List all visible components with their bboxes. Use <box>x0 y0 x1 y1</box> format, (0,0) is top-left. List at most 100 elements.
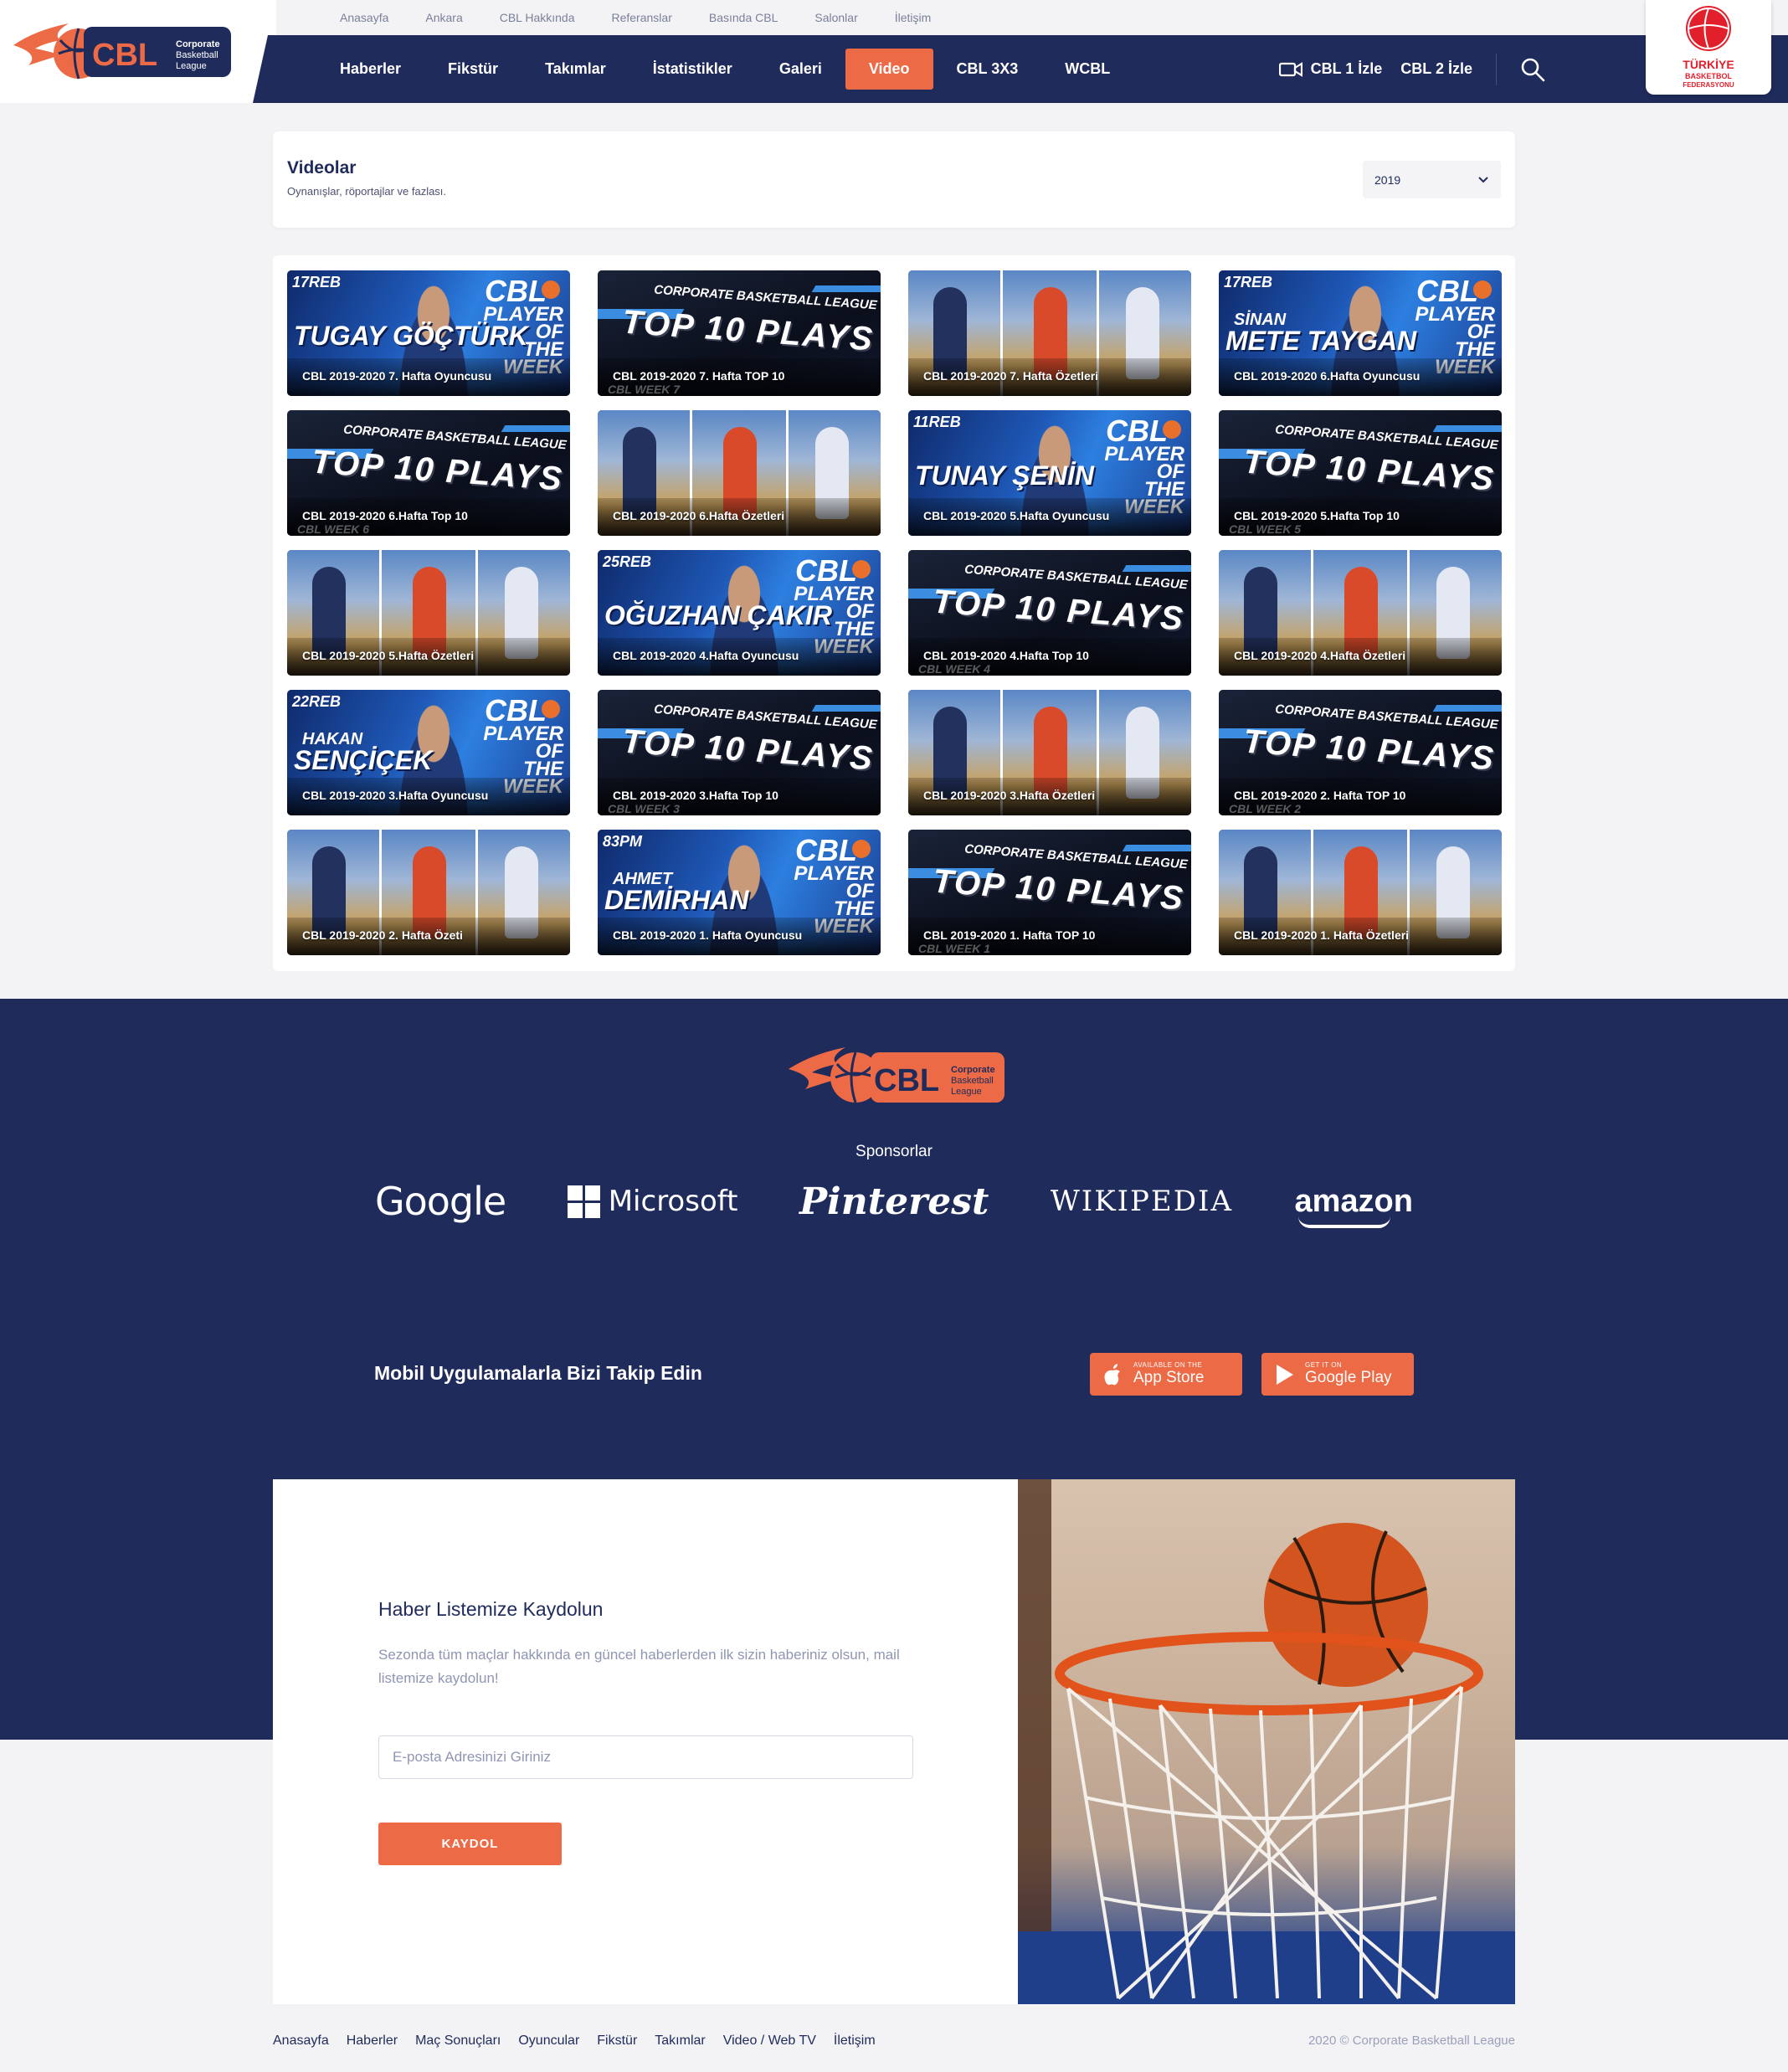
top-link-ankara[interactable]: Ankara <box>425 11 462 24</box>
google-play-button[interactable]: GET IT ON Google Play <box>1261 1353 1414 1396</box>
top-link-salonlar[interactable]: Salonlar <box>814 11 857 24</box>
nav-galeri[interactable]: Galeri <box>756 49 845 90</box>
video-card[interactable]: 83PMCBLPLAYEROFTHEWEEKAHMETDEMİRHANCBL 2… <box>598 830 881 955</box>
nav-haberler[interactable]: Haberler <box>340 49 424 90</box>
footer-logo-sub-1: Corporate <box>951 1065 995 1075</box>
footer-link-takimlar[interactable]: Takımlar <box>655 2033 705 2049</box>
thumb-stripe <box>1122 565 1191 572</box>
nav-wcbl[interactable]: WCBL <box>1041 49 1133 90</box>
video-card[interactable]: CBL 2019-2020 3.Hafta Özetleri <box>908 690 1191 815</box>
federation-line-1: TÜRKİYE <box>1683 58 1734 71</box>
sponsor-google[interactable]: Google <box>375 1179 506 1224</box>
footer-link-mac-sonuclari[interactable]: Maç Sonuçları <box>415 2033 501 2049</box>
video-title: CBL 2019-2020 3.Hafta Oyuncusu <box>302 789 489 802</box>
footer-link-haberler[interactable]: Haberler <box>347 2033 398 2049</box>
video-card[interactable]: CORPORATE BASKETBALL LEAGUE TOP 10 PLAYS C… <box>598 270 881 396</box>
top-link-referanslar[interactable]: Referanslar <box>611 11 671 24</box>
live-cbl-2-link[interactable]: CBL 2 İzle <box>1400 60 1472 78</box>
thumb-week-label: CBL WEEK 6 <box>297 522 370 536</box>
footer-link-anasayfa[interactable]: Anasayfa <box>273 2033 329 2049</box>
video-card[interactable]: CORPORATE BASKETBALL LEAGUE TOP 10 PLAYS C… <box>287 410 570 536</box>
top-link-basinda-cbl[interactable]: Basında CBL <box>709 11 778 24</box>
thumb-week-label: CBL WEEK 7 <box>608 383 681 396</box>
player-name: TUGAY GÖÇTÜRK <box>294 321 528 351</box>
top-link-iletisim[interactable]: İletişim <box>895 11 932 24</box>
thumb-stripe <box>1122 845 1191 851</box>
video-card[interactable]: 11REBCBLPLAYEROFTHEWEEKTUNAY ŞENİNCBL 20… <box>908 410 1191 536</box>
copyright: 2020 © Corporate Basketball League <box>1308 2033 1515 2048</box>
basketball-icon <box>852 560 871 578</box>
sponsors-label: Sponsorlar <box>855 1143 933 1160</box>
video-title: CBL 2019-2020 7. Hafta Oyuncusu <box>302 369 492 383</box>
video-title: CBL 2019-2020 4.Hafta Top 10 <box>923 649 1089 662</box>
video-card[interactable]: CBL 2019-2020 4.Hafta Özetleri <box>1219 550 1502 676</box>
top-link-anasayfa[interactable]: Anasayfa <box>340 11 388 24</box>
player-stat-badge: 11REB <box>913 414 961 430</box>
video-card[interactable]: CORPORATE BASKETBALL LEAGUE TOP 10 PLAYS C… <box>1219 690 1502 815</box>
cbl-logo[interactable]: CBL Corporate Basketball League <box>10 15 236 86</box>
video-title: CBL 2019-2020 2. Hafta TOP 10 <box>1234 789 1406 802</box>
live-cbl-1-link[interactable]: CBL 1 İzle <box>1311 60 1383 78</box>
page-subtitle: Oynanışlar, röportajlar ve fazlası. <box>287 185 447 198</box>
thumb-stripe <box>1432 705 1502 712</box>
thumb-week-label: CBL WEEK 1 <box>918 942 991 955</box>
play-store-icon <box>1277 1364 1293 1385</box>
sponsor-pinterest[interactable]: Pinterest <box>799 1180 989 1223</box>
nav-istatistikler[interactable]: İstatistikler <box>629 49 756 90</box>
subscribe-button[interactable]: KAYDOL <box>378 1823 562 1865</box>
sponsor-microsoft[interactable]: Microsoft <box>567 1185 737 1218</box>
thumb-week-label: CBL WEEK 5 <box>1229 522 1302 536</box>
video-card[interactable]: 22REBCBLPLAYEROFTHEWEEKHAKANSENÇİÇEKCBL … <box>287 690 570 815</box>
nav-video[interactable]: Video <box>845 49 933 90</box>
basketball-icon <box>1163 420 1181 439</box>
player-stat-badge: 17REB <box>292 274 342 290</box>
nav-divider <box>1496 53 1497 85</box>
video-card[interactable]: CORPORATE BASKETBALL LEAGUE TOP 10 PLAYS C… <box>908 830 1191 955</box>
player-stat-badge: 17REB <box>1224 274 1273 290</box>
video-title: CBL 2019-2020 7. Hafta Özetleri <box>923 369 1099 383</box>
google-play-big: Google Play <box>1305 1369 1392 1386</box>
email-field[interactable] <box>378 1735 913 1779</box>
footer-link-fikstur[interactable]: Fikstür <box>597 2033 637 2049</box>
footer-cbl-logo[interactable]: CBL Corporate Basketball League <box>787 1041 1008 1109</box>
nav-cbl-3x3[interactable]: CBL 3X3 <box>933 49 1042 90</box>
app-store-button[interactable]: AVAILABLE ON THE App Store <box>1090 1353 1242 1396</box>
video-card[interactable]: 17REBCBLPLAYEROFTHEWEEKSİNANMETE TAYGANC… <box>1219 270 1502 396</box>
sponsor-wikipedia[interactable]: Wikipedia <box>1051 1185 1233 1218</box>
sponsor-amazon[interactable]: amazon <box>1295 1184 1413 1228</box>
player-stat-badge: 25REB <box>603 553 652 570</box>
video-card[interactable]: CBL 2019-2020 2. Hafta Özeti <box>287 830 570 955</box>
year-select[interactable]: 2019 <box>1363 161 1501 198</box>
nav-takimlar[interactable]: Takımlar <box>522 49 629 90</box>
video-card[interactable]: CBL 2019-2020 7. Hafta Özetleri <box>908 270 1191 396</box>
footer-link-iletisim[interactable]: İletişim <box>834 2033 876 2049</box>
top-link-cbl-hakkinda[interactable]: CBL Hakkında <box>500 11 575 24</box>
logo-text: CBL <box>92 38 157 73</box>
video-card[interactable]: CBL 2019-2020 6.Hafta Özetleri <box>598 410 881 536</box>
footer-logo-sub-2: Basketball <box>951 1076 994 1086</box>
video-card[interactable]: CORPORATE BASKETBALL LEAGUE TOP 10 PLAYS C… <box>598 690 881 815</box>
apple-icon <box>1104 1363 1120 1385</box>
video-card[interactable]: CORPORATE BASKETBALL LEAGUE TOP 10 PLAYS C… <box>1219 410 1502 536</box>
thumb-week-label: CBL WEEK 4 <box>918 662 991 676</box>
video-card[interactable]: CBL 2019-2020 1. Hafta Özetleri <box>1219 830 1502 955</box>
video-card[interactable]: CBL 2019-2020 5.Hafta Özetleri <box>287 550 570 676</box>
videos-header-card: Videolar Oynanışlar, röportajlar ve fazl… <box>273 131 1515 228</box>
video-grid-card: 17REBCBLPLAYEROFTHEWEEKTUGAY GÖÇTÜRKCBL … <box>273 255 1515 971</box>
basketball-icon <box>542 280 560 299</box>
page-title: Videolar <box>287 158 357 177</box>
nav-fikstur[interactable]: Fikstür <box>424 49 522 90</box>
footer-link-video-web-tv[interactable]: Video / Web TV <box>723 2033 816 2049</box>
year-select-value: 2019 <box>1374 172 1401 187</box>
mobile-apps-title: Mobil Uygulamalarla Bizi Takip Edin <box>374 1362 702 1384</box>
video-card[interactable]: 17REBCBLPLAYEROFTHEWEEKTUGAY GÖÇTÜRKCBL … <box>287 270 570 396</box>
video-title: CBL 2019-2020 6.Hafta Top 10 <box>302 509 468 522</box>
federation-badge[interactable]: TÜRKİYE BASKETBOL FEDERASYONU <box>1646 0 1771 95</box>
sponsor-logos: Google Microsoft Pinterest Wikipedia ama… <box>375 1172 1413 1231</box>
video-card[interactable]: 25REBCBLPLAYEROFTHEWEEKOĞUZHAN ÇAKIRCBL … <box>598 550 881 676</box>
footer-link-oyuncular[interactable]: Oyuncular <box>518 2033 579 2049</box>
video-card[interactable]: CORPORATE BASKETBALL LEAGUE TOP 10 PLAYS C… <box>908 550 1191 676</box>
search-icon[interactable] <box>1520 57 1545 82</box>
top-nav: Anasayfa Ankara CBL Hakkında Referanslar… <box>340 0 968 35</box>
main-nav: Haberler Fikstür Takımlar İstatistikler … <box>340 35 1133 103</box>
